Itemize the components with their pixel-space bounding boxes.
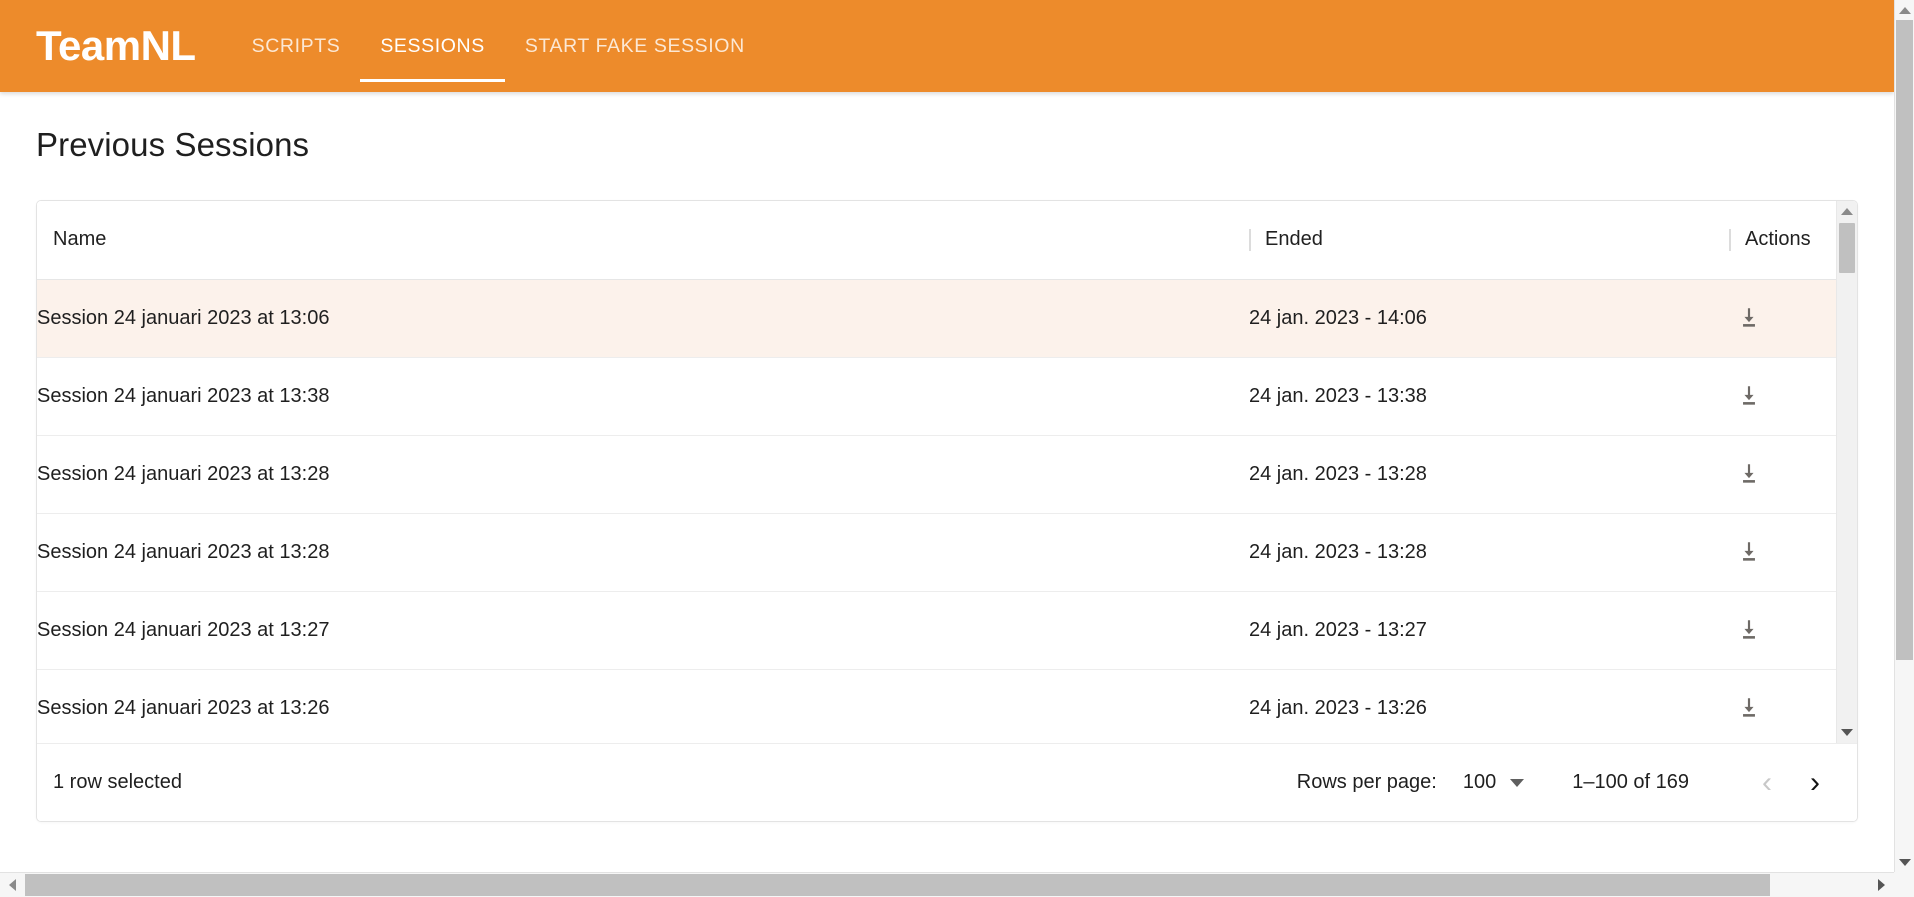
sessions-table-card: Name Ended Actions Session 24 januari 20… (36, 200, 1858, 822)
rows-per-page-label: Rows per page: (1296, 771, 1437, 793)
nav-sessions[interactable]: SESSIONS (360, 0, 505, 92)
column-header-name-label: Name (53, 228, 107, 251)
cell-session-name: Session 24 januari 2023 at 13:28 (37, 513, 1249, 592)
page-viewport: TeamNL SCRIPTS SESSIONS START FAKE SESSI… (0, 0, 1894, 872)
table-row[interactable]: Session 24 januari 2023 at 13:28 24 jan.… (37, 435, 1857, 514)
table-scrollbar-thumb[interactable] (1839, 223, 1855, 273)
download-button[interactable] (1729, 298, 1769, 338)
download-button[interactable] (1729, 376, 1769, 416)
download-icon (1736, 695, 1762, 721)
column-header-name[interactable]: Name (37, 201, 1249, 280)
cell-session-ended: 24 jan. 2023 - 13:27 (1249, 591, 1729, 670)
window-horizontal-scrollbar[interactable] (0, 872, 1914, 897)
table-row[interactable]: Session 24 januari 2023 at 13:06 24 jan.… (37, 279, 1857, 358)
download-icon (1736, 539, 1762, 565)
table-footer: 1 row selected Rows per page: 100 1–100 … (37, 743, 1857, 821)
table-row[interactable]: Session 24 januari 2023 at 13:38 24 jan.… (37, 357, 1857, 436)
app-window: TeamNL SCRIPTS SESSIONS START FAKE SESSI… (0, 0, 1914, 897)
cell-session-name: Session 24 januari 2023 at 13:06 (37, 279, 1249, 358)
main-navigation: SCRIPTS SESSIONS START FAKE SESSION (232, 0, 765, 92)
next-page-button[interactable]: › (1791, 759, 1839, 807)
download-button[interactable] (1729, 532, 1769, 572)
previous-page-button[interactable]: ‹ (1743, 759, 1791, 807)
download-icon (1736, 383, 1762, 409)
cell-session-name: Session 24 januari 2023 at 13:26 (37, 669, 1249, 743)
column-resizer-ended[interactable] (1249, 228, 1251, 251)
brand-logo[interactable]: TeamNL (36, 25, 196, 67)
app-header: TeamNL SCRIPTS SESSIONS START FAKE SESSI… (0, 0, 1894, 92)
rows-per-page-select[interactable]: 100 (1462, 771, 1525, 794)
main-content: Previous Sessions Name Ended Actions Ses… (0, 126, 1894, 822)
download-icon (1736, 461, 1762, 487)
selection-count-label: 1 row selected (53, 771, 182, 793)
nav-start-fake-session[interactable]: START FAKE SESSION (505, 0, 765, 92)
cell-session-name: Session 24 januari 2023 at 13:38 (37, 357, 1249, 436)
column-header-ended-label: Ended (1265, 228, 1323, 251)
table-vertical-scrollbar[interactable] (1836, 201, 1857, 743)
window-vertical-scrollbar[interactable] (1894, 0, 1914, 872)
paginator: Rows per page: 100 1–100 of 169 ‹ › (1297, 759, 1839, 807)
table-row[interactable]: Session 24 januari 2023 at 13:26 24 jan.… (37, 669, 1857, 743)
window-scroll-left-icon[interactable] (0, 873, 25, 897)
download-button[interactable] (1729, 610, 1769, 650)
window-scroll-up-icon[interactable] (1895, 0, 1914, 20)
download-button[interactable] (1729, 454, 1769, 494)
table-header-row: Name Ended Actions (37, 201, 1857, 280)
column-resizer-actions[interactable] (1729, 228, 1731, 251)
download-icon (1736, 617, 1762, 643)
table-body: Session 24 januari 2023 at 13:06 24 jan.… (37, 279, 1857, 743)
pagination-range-label: 1–100 of 169 (1572, 771, 1689, 793)
window-scroll-right-icon[interactable] (1869, 873, 1894, 897)
cell-session-ended: 24 jan. 2023 - 13:28 (1249, 513, 1729, 592)
download-button[interactable] (1729, 688, 1769, 728)
nav-scripts[interactable]: SCRIPTS (232, 0, 361, 92)
chevron-down-icon (1510, 778, 1525, 787)
scroll-down-arrow-icon[interactable] (1837, 722, 1857, 743)
sessions-table: Name Ended Actions Session 24 januari 20… (37, 201, 1857, 743)
cell-session-ended: 24 jan. 2023 - 13:38 (1249, 357, 1729, 436)
cell-session-name: Session 24 januari 2023 at 13:27 (37, 591, 1249, 670)
table-row[interactable]: Session 24 januari 2023 at 13:28 24 jan.… (37, 513, 1857, 592)
cell-session-ended: 24 jan. 2023 - 14:06 (1249, 279, 1729, 358)
scrollbar-corner (1894, 872, 1914, 897)
cell-session-ended: 24 jan. 2023 - 13:28 (1249, 435, 1729, 514)
scroll-up-arrow-icon[interactable] (1837, 201, 1857, 222)
table-head: Name Ended Actions (37, 201, 1857, 280)
table-row[interactable]: Session 24 januari 2023 at 13:27 24 jan.… (37, 591, 1857, 670)
page-title: Previous Sessions (36, 126, 310, 163)
download-icon (1736, 305, 1762, 331)
table-scroll-area: Name Ended Actions Session 24 januari 20… (37, 201, 1857, 743)
column-header-ended[interactable]: Ended (1249, 201, 1729, 280)
rows-per-page-value: 100 (1462, 771, 1497, 793)
cell-session-ended: 24 jan. 2023 - 13:26 (1249, 669, 1729, 743)
cell-session-name: Session 24 januari 2023 at 13:28 (37, 435, 1249, 514)
window-scroll-down-icon[interactable] (1895, 852, 1914, 872)
window-hscrollbar-thumb[interactable] (25, 874, 1770, 896)
window-vscrollbar-thumb[interactable] (1896, 20, 1913, 660)
